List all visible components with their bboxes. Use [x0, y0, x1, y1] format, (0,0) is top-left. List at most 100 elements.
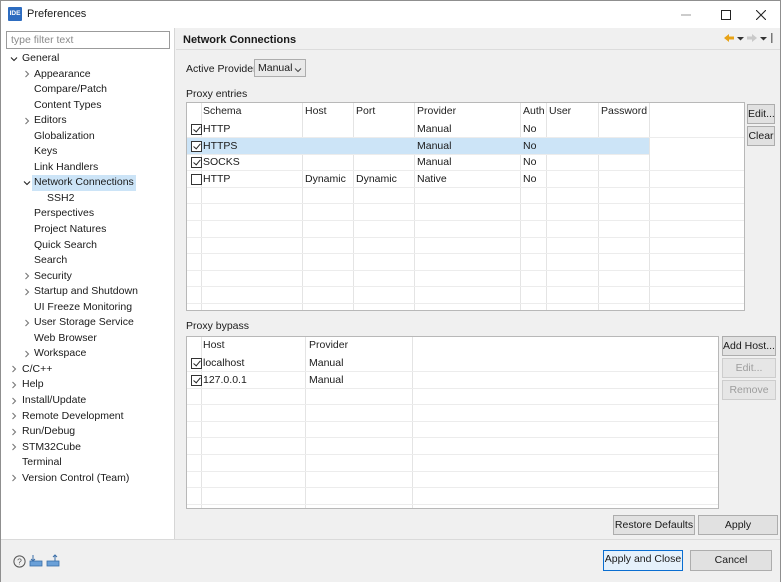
tree-item[interactable]: Link Handlers: [1, 160, 175, 176]
view-menu-icon[interactable]: [769, 32, 774, 47]
chevron-right-icon[interactable]: [9, 471, 19, 486]
tree-item[interactable]: User Storage Service: [1, 315, 175, 331]
tree-item-label: Remote Development: [22, 409, 124, 422]
row-checkbox[interactable]: [191, 124, 202, 135]
tree-item[interactable]: Workspace: [1, 346, 175, 362]
column-header-host[interactable]: Host: [305, 105, 327, 117]
tree-item[interactable]: Remote Development: [1, 409, 175, 425]
apply-and-close-button[interactable]: Apply and Close: [603, 550, 683, 571]
back-dropdown-icon[interactable]: [737, 32, 744, 47]
chevron-right-icon[interactable]: [22, 284, 32, 299]
minimize-icon[interactable]: [666, 1, 706, 28]
tree-item[interactable]: Search: [1, 253, 175, 269]
cell-host: 127.0.0.1: [203, 373, 247, 386]
chevron-right-icon[interactable]: [22, 346, 32, 361]
table-row[interactable]: HTTP Dynamic Dynamic Native No: [187, 171, 744, 188]
forward-icon[interactable]: [746, 32, 758, 47]
clear-entry-button[interactable]: Clear: [747, 126, 775, 146]
tree-item[interactable]: Appearance: [1, 67, 175, 83]
chevron-right-icon[interactable]: [9, 377, 19, 392]
tree-item-label: Quick Search: [34, 238, 98, 251]
row-checkbox[interactable]: [191, 173, 202, 185]
close-icon[interactable]: [741, 1, 781, 28]
chevron-right-icon[interactable]: [22, 315, 32, 330]
filter-input[interactable]: [6, 31, 170, 49]
export-icon[interactable]: [46, 554, 60, 568]
cancel-button[interactable]: Cancel: [690, 550, 772, 571]
column-header-user[interactable]: User: [549, 105, 571, 117]
tree-item-label: C/C++: [22, 362, 53, 375]
tree-item[interactable]: Content Types: [1, 98, 175, 114]
back-icon[interactable]: [723, 32, 735, 47]
chevron-down-icon[interactable]: [9, 51, 19, 66]
chevron-right-icon[interactable]: [9, 440, 19, 455]
column-header-password[interactable]: Password: [601, 105, 647, 117]
apply-button[interactable]: Apply: [698, 515, 778, 535]
tree-item[interactable]: Project Natures: [1, 222, 175, 238]
tree-item[interactable]: C/C++: [1, 362, 175, 378]
chevron-right-icon[interactable]: [9, 362, 19, 377]
proxy-entries-table: Schema Host Port Provider Auth User Pass…: [186, 102, 745, 311]
tree-item[interactable]: Version Control (Team): [1, 471, 175, 487]
chevron-right-icon[interactable]: [9, 424, 19, 439]
column-header-schema[interactable]: Schema: [203, 105, 242, 117]
table-row[interactable]: HTTP Manual No: [187, 121, 744, 138]
tree-item-label: Install/Update: [22, 394, 87, 407]
add-host-button[interactable]: Add Host...: [722, 336, 776, 356]
row-checkbox[interactable]: [191, 140, 202, 152]
maximize-icon[interactable]: [706, 1, 746, 28]
proxy-entries-header: Schema Host Port Provider Auth User Pass…: [187, 103, 744, 121]
edit-entry-button[interactable]: Edit...: [747, 104, 775, 124]
edit-host-button[interactable]: Edit...: [722, 358, 776, 378]
tree-item[interactable]: SSH2: [1, 191, 175, 207]
tree-item[interactable]: Security: [1, 269, 175, 285]
cell-auth: No: [523, 139, 537, 152]
empty-row: [187, 287, 744, 304]
tree-item[interactable]: Perspectives: [1, 206, 175, 222]
row-checkbox[interactable]: [191, 358, 202, 369]
tree-item[interactable]: Web Browser: [1, 331, 175, 347]
remove-host-button[interactable]: Remove: [722, 380, 776, 400]
title-bar: IDE Preferences: [1, 1, 780, 28]
tree-item-label: Network Connections: [32, 175, 136, 191]
row-checkbox[interactable]: [191, 157, 202, 169]
tree-item[interactable]: UI Freeze Monitoring: [1, 300, 175, 316]
cell-provider: Manual: [309, 373, 344, 386]
tree-item[interactable]: Editors: [1, 113, 175, 129]
tree-item[interactable]: Run/Debug: [1, 424, 175, 440]
tree-item[interactable]: Quick Search: [1, 238, 175, 254]
empty-row: [187, 270, 744, 288]
chevron-right-icon[interactable]: [9, 393, 19, 408]
forward-dropdown-icon[interactable]: [760, 32, 767, 47]
column-header-provider[interactable]: Provider: [417, 105, 456, 117]
tree-item[interactable]: Startup and Shutdown: [1, 284, 175, 300]
column-header-provider[interactable]: Provider: [309, 339, 348, 351]
tree-item[interactable]: Terminal: [1, 455, 175, 471]
chevron-right-icon[interactable]: [22, 113, 32, 128]
tree-item[interactable]: Install/Update: [1, 393, 175, 409]
chevron-down-icon[interactable]: [22, 175, 32, 190]
chevron-right-icon[interactable]: [9, 409, 19, 424]
help-icon[interactable]: ?: [12, 554, 26, 568]
active-provider-select[interactable]: Manual: [254, 59, 306, 77]
restore-defaults-button[interactable]: Restore Defaults: [613, 515, 695, 535]
tree-item[interactable]: Globalization: [1, 129, 175, 145]
table-row[interactable]: 127.0.0.1 Manual: [187, 372, 718, 389]
chevron-right-icon[interactable]: [22, 269, 32, 284]
tree-item[interactable]: Help: [1, 377, 175, 393]
tree-item[interactable]: Network Connections: [1, 175, 175, 191]
tree-item[interactable]: General: [1, 51, 175, 67]
column-header-port[interactable]: Port: [356, 105, 375, 117]
tree-item[interactable]: Keys: [1, 144, 175, 160]
tree-item[interactable]: STM32Cube: [1, 440, 175, 456]
column-header-auth[interactable]: Auth: [523, 105, 545, 117]
table-row[interactable]: SOCKS Manual No: [187, 154, 744, 172]
table-row[interactable]: HTTPS Manual No: [187, 137, 649, 155]
tree-item[interactable]: Compare/Patch: [1, 82, 175, 98]
column-header-host[interactable]: Host: [203, 339, 225, 351]
table-row[interactable]: localhost Manual: [187, 355, 718, 372]
network-connections-page: Network Connections Active Provider: Man…: [176, 28, 780, 539]
chevron-right-icon[interactable]: [22, 67, 32, 82]
import-icon[interactable]: [29, 554, 43, 568]
row-checkbox[interactable]: [191, 374, 202, 386]
